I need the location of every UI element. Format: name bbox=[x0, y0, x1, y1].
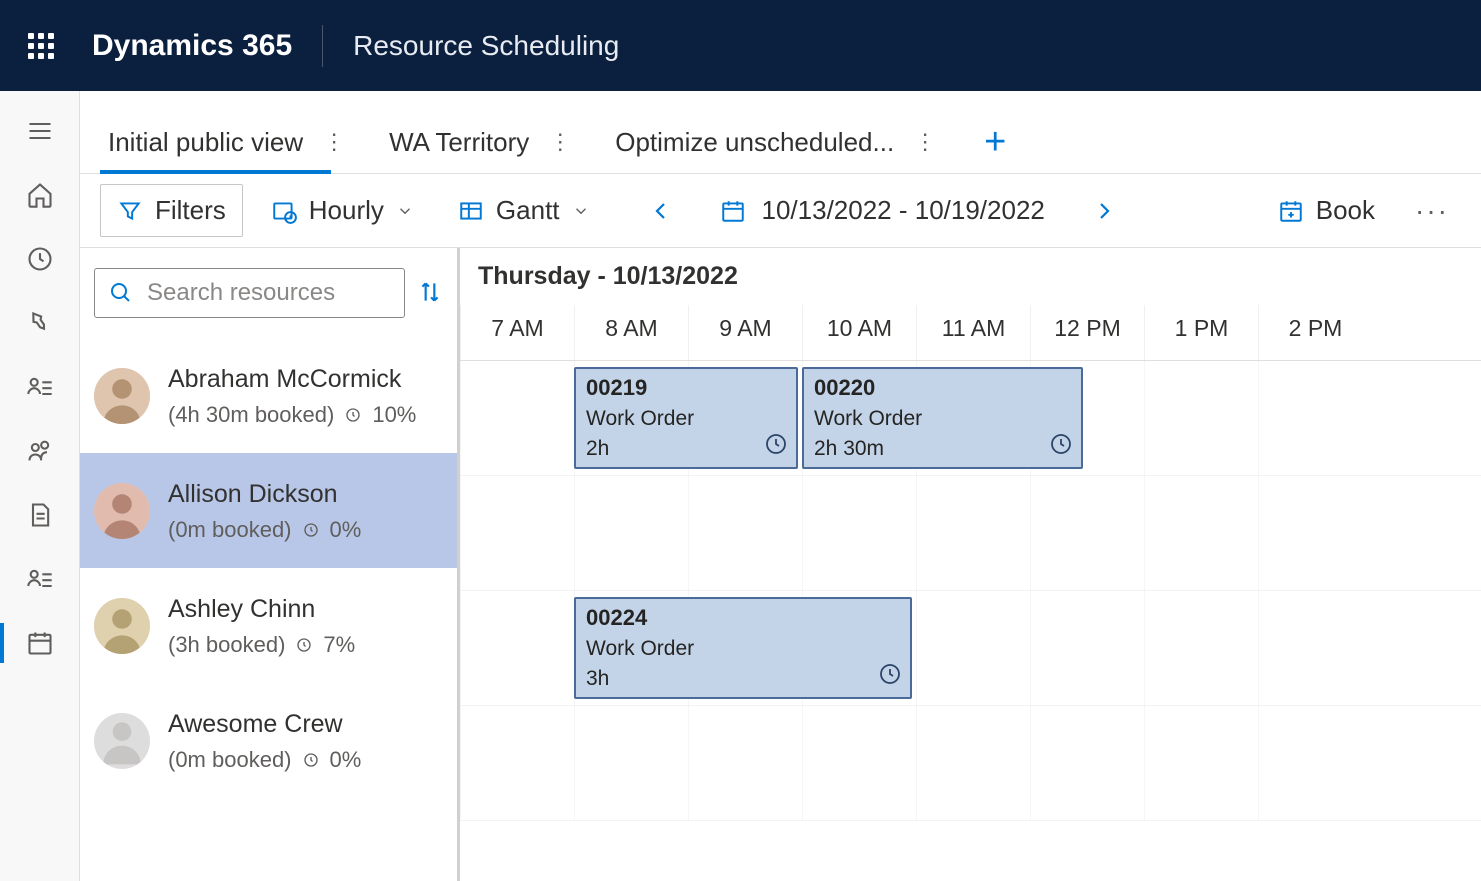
pin-icon[interactable] bbox=[26, 309, 54, 337]
timeline-row[interactable] bbox=[460, 476, 1481, 591]
calendar-icon[interactable] bbox=[26, 629, 54, 657]
document-icon[interactable] bbox=[26, 501, 54, 529]
tab-1[interactable]: WA Territory ⋮ bbox=[381, 111, 587, 173]
timeline[interactable]: Thursday - 10/13/2022 7 AM8 AM9 AM10 AM1… bbox=[460, 248, 1481, 881]
resource-name: Allison Dickson bbox=[168, 480, 361, 509]
tab-bar: Initial public view⋮WA Territory⋮Optimiz… bbox=[80, 91, 1481, 174]
resource-name: Awesome Crew bbox=[168, 710, 361, 739]
module-title: Resource Scheduling bbox=[353, 30, 619, 62]
resource-row[interactable]: Awesome Crew (0m booked)0% bbox=[80, 683, 457, 798]
people-list-icon[interactable] bbox=[26, 373, 54, 401]
tab-2[interactable]: Optimize unscheduled... ⋮ bbox=[607, 111, 952, 173]
timeline-hour-cell: 9 AM bbox=[688, 305, 802, 360]
tab-menu-icon[interactable]: ⋮ bbox=[315, 125, 353, 159]
clock-icon bbox=[878, 662, 902, 689]
resource-row[interactable]: Abraham McCormick (4h 30m booked)10% bbox=[80, 338, 457, 453]
resource-meta: (0m booked)0% bbox=[168, 517, 361, 543]
search-input[interactable]: Search resources bbox=[94, 268, 405, 318]
timeline-hour-cell: 7 AM bbox=[460, 305, 574, 360]
view-dropdown[interactable]: Gantt bbox=[442, 185, 606, 236]
timeline-hour-cell: 11 AM bbox=[916, 305, 1030, 360]
filters-label: Filters bbox=[155, 195, 226, 226]
people-pair-icon[interactable] bbox=[26, 437, 54, 465]
timeline-hour-cell: 12 PM bbox=[1030, 305, 1144, 360]
timeline-hour-cell: 8 AM bbox=[574, 305, 688, 360]
sort-button[interactable] bbox=[417, 279, 443, 308]
search-placeholder: Search resources bbox=[147, 279, 335, 307]
resource-panel: Search resources Abraham McCormick (4h 30… bbox=[80, 248, 460, 881]
resource-name: Ashley Chinn bbox=[168, 595, 355, 624]
prev-range-button[interactable] bbox=[638, 188, 684, 234]
brand-title: Dynamics 365 bbox=[92, 29, 292, 63]
tab-label: WA Territory bbox=[389, 127, 529, 158]
timeline-hour-cell: 1 PM bbox=[1144, 305, 1258, 360]
tab-label: Optimize unscheduled... bbox=[615, 127, 894, 158]
avatar bbox=[94, 368, 150, 424]
resource-meta: (4h 30m booked)10% bbox=[168, 402, 416, 428]
clock-icon bbox=[764, 432, 788, 459]
timeline-day-label: Thursday - 10/13/2022 bbox=[460, 248, 1481, 305]
toolbar-overflow-button[interactable]: ··· bbox=[1403, 195, 1461, 227]
timeline-row[interactable] bbox=[460, 706, 1481, 821]
resource-row[interactable]: Ashley Chinn (3h booked)7% bbox=[80, 568, 457, 683]
home-icon[interactable] bbox=[26, 181, 54, 209]
add-tab-button[interactable]: + bbox=[972, 121, 1018, 164]
timeline-hour-cell: 10 AM bbox=[802, 305, 916, 360]
timeline-hour-row: 7 AM8 AM9 AM10 AM11 AM12 PM1 PM2 PM bbox=[460, 305, 1481, 360]
booking-block[interactable]: 00220 Work Order 2h 30m bbox=[802, 367, 1083, 469]
booking-block[interactable]: 00219 Work Order 2h bbox=[574, 367, 798, 469]
hamburger-menu-icon[interactable] bbox=[26, 117, 54, 145]
resource-meta: (0m booked)0% bbox=[168, 747, 361, 773]
toolbar: Filters Hourly Gantt 10/13/2022 - 10/19/… bbox=[80, 174, 1481, 248]
avatar bbox=[94, 713, 150, 769]
clock-icon[interactable] bbox=[26, 245, 54, 273]
resource-name: Abraham McCormick bbox=[168, 365, 416, 394]
timeline-row[interactable]: 00219 Work Order 2h 00220 Work Order 2h … bbox=[460, 361, 1481, 476]
resource-list: Abraham McCormick (4h 30m booked)10% Allis… bbox=[80, 338, 457, 881]
avatar bbox=[94, 598, 150, 654]
tab-0[interactable]: Initial public view ⋮ bbox=[100, 111, 361, 173]
tab-menu-icon[interactable]: ⋮ bbox=[541, 125, 579, 159]
app-launcher-icon[interactable] bbox=[20, 25, 62, 67]
avatar bbox=[94, 483, 150, 539]
tab-label: Initial public view bbox=[108, 127, 303, 158]
view-label: Gantt bbox=[496, 195, 560, 226]
tab-menu-icon[interactable]: ⋮ bbox=[906, 125, 944, 159]
resource-row[interactable]: Allison Dickson (0m booked)0% bbox=[80, 453, 457, 568]
next-range-button[interactable] bbox=[1081, 188, 1127, 234]
book-label: Book bbox=[1316, 195, 1375, 226]
filters-button[interactable]: Filters bbox=[100, 184, 243, 237]
timescale-label: Hourly bbox=[309, 195, 384, 226]
timeline-hour-cell: 2 PM bbox=[1258, 305, 1372, 360]
clock-icon bbox=[1049, 432, 1073, 459]
timeline-body: 00219 Work Order 2h 00220 Work Order 2h … bbox=[460, 361, 1481, 821]
book-button[interactable]: Book bbox=[1262, 185, 1391, 236]
left-rail bbox=[0, 91, 80, 881]
divider bbox=[322, 25, 323, 67]
resource-meta: (3h booked)7% bbox=[168, 632, 355, 658]
timeline-row[interactable]: 00224 Work Order 3h bbox=[460, 591, 1481, 706]
date-range-picker[interactable]: 10/13/2022 - 10/19/2022 bbox=[704, 185, 1061, 236]
people-list2-icon[interactable] bbox=[26, 565, 54, 593]
date-range-text: 10/13/2022 - 10/19/2022 bbox=[762, 195, 1045, 226]
booking-block[interactable]: 00224 Work Order 3h bbox=[574, 597, 912, 699]
timescale-dropdown[interactable]: Hourly bbox=[255, 185, 430, 236]
